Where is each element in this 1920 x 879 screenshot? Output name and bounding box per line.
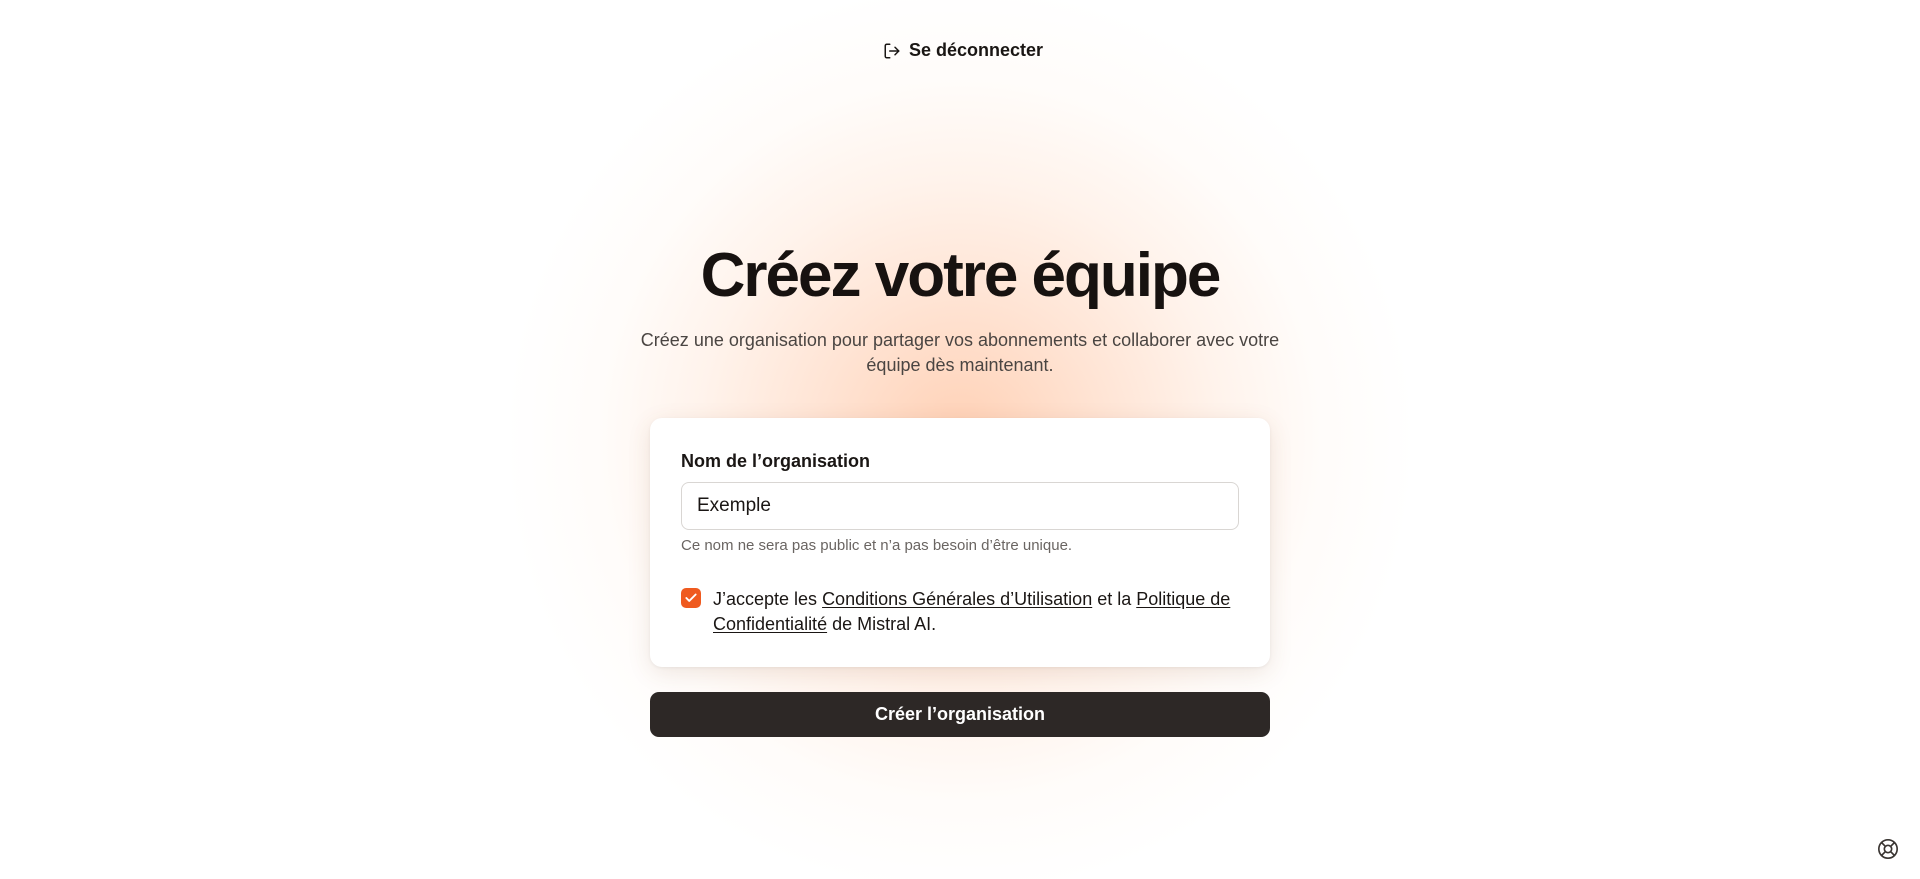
logout-button[interactable]: Se déconnecter <box>883 40 1043 61</box>
consent-text-after: de Mistral AI. <box>827 614 937 634</box>
check-icon <box>685 593 697 602</box>
organization-name-hint: Ce nom ne sera pas public et n’a pas bes… <box>681 537 1073 554</box>
terms-of-use-link[interactable]: Conditions Générales d’Utilisation <box>822 589 1092 609</box>
page-subtitle: Créez une organisation pour partager vos… <box>640 330 1280 375</box>
organization-name-input[interactable] <box>681 482 1239 530</box>
terms-consent: J’accepte les Conditions Générales d’Uti… <box>681 587 1239 637</box>
terms-checkbox[interactable] <box>681 588 701 608</box>
consent-text-middle: et la <box>1092 589 1137 609</box>
page-title: Créez votre équipe <box>700 241 1222 310</box>
logout-label: Se déconnecter <box>909 40 1044 60</box>
log-out-icon <box>883 42 901 60</box>
organization-form-card: Nom de l’organisation Ce nom ne sera pas… <box>650 418 1270 667</box>
help-button[interactable] <box>1877 838 1899 860</box>
create-organization-button[interactable]: Créer l’organisation <box>650 692 1270 737</box>
lifebuoy-icon <box>1878 839 1898 859</box>
page: Se déconnecter Créez votre équipe Créez … <box>0 0 1920 879</box>
terms-consent-text: J’accepte les Conditions Générales d’Uti… <box>713 587 1233 637</box>
consent-text-before: J’accepte les <box>713 589 823 609</box>
organization-name-label: Nom de l’organisation <box>681 451 871 471</box>
